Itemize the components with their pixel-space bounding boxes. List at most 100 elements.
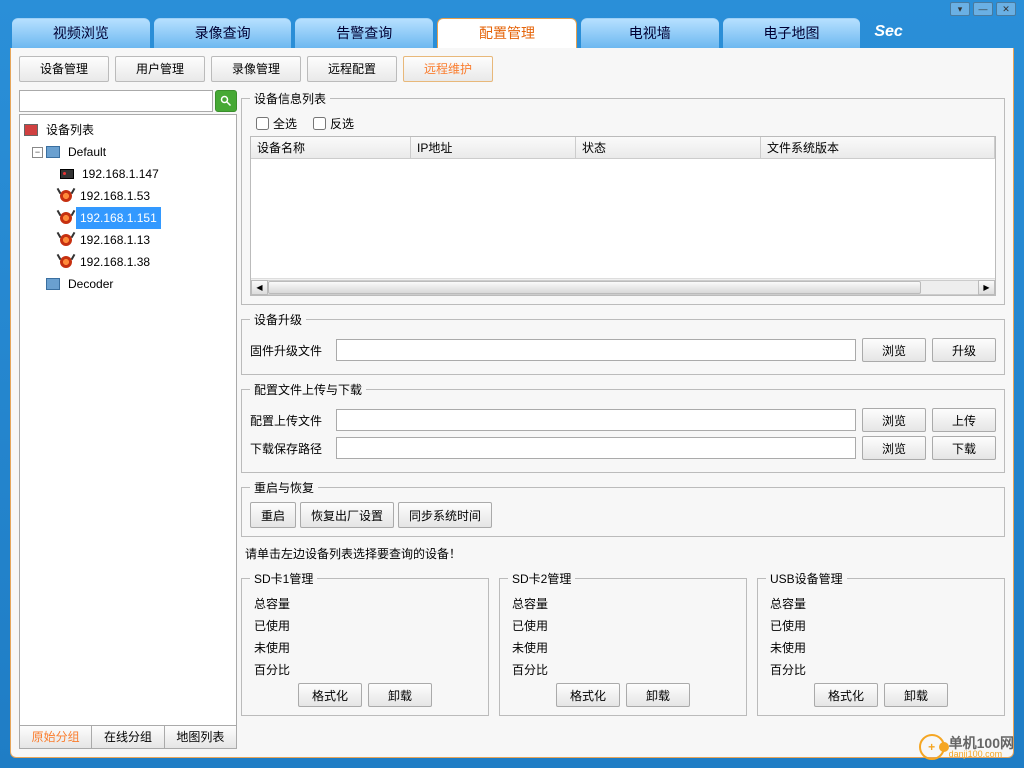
- tab-emap[interactable]: 电子地图: [723, 18, 861, 48]
- col-ip[interactable]: IP地址: [411, 137, 576, 158]
- tree-root[interactable]: 设备列表: [22, 119, 234, 141]
- device-table[interactable]: 设备名称 IP地址 状态 文件系统版本 ◀ ▶: [250, 136, 996, 296]
- tab-alarm-query[interactable]: 告警查询: [295, 18, 433, 48]
- restart-button[interactable]: 重启: [250, 502, 296, 528]
- search-icon: [220, 95, 232, 107]
- subtab-record-manage[interactable]: 录像管理: [211, 56, 301, 82]
- device-search-input[interactable]: [19, 90, 213, 112]
- usb-manage-group: USB设备管理 总容量 已使用 未使用 百分比 格式化 卸载: [757, 570, 1005, 716]
- brand-logo: Sec: [864, 18, 1012, 48]
- sd1-unmount-button[interactable]: 卸载: [368, 683, 432, 707]
- horizontal-scrollbar[interactable]: ◀ ▶: [251, 278, 995, 295]
- titlebar-dropdown-button[interactable]: ▾: [950, 2, 970, 16]
- camera-icon: [60, 234, 72, 246]
- camera-icon: [60, 190, 72, 202]
- usb-unmount-button[interactable]: 卸载: [884, 683, 948, 707]
- scroll-right-icon[interactable]: ▶: [978, 280, 995, 295]
- folder-icon: [46, 146, 60, 158]
- config-upload-input[interactable]: [336, 409, 856, 431]
- device-info-legend: 设备信息列表: [250, 90, 330, 107]
- invert-select-checkbox[interactable]: 反选: [313, 115, 354, 132]
- upgrade-legend: 设备升级: [250, 311, 306, 328]
- subtab-user-manage[interactable]: 用户管理: [115, 56, 205, 82]
- sbtab-online-group[interactable]: 在线分组: [92, 726, 164, 748]
- sbtab-original-group[interactable]: 原始分组: [20, 726, 92, 748]
- tree-group-label: Decoder: [64, 273, 117, 295]
- percent-label: 百分比: [250, 659, 480, 681]
- sync-time-button[interactable]: 同步系统时间: [398, 502, 492, 528]
- config-upload-browse-button[interactable]: 浏览: [862, 408, 926, 432]
- folder-icon: [46, 278, 60, 290]
- firmware-file-label: 固件升级文件: [250, 342, 330, 359]
- config-download-input[interactable]: [336, 437, 856, 459]
- table-header: 设备名称 IP地址 状态 文件系统版本: [251, 137, 995, 159]
- select-all-checkbox[interactable]: 全选: [256, 115, 297, 132]
- sd2-manage-group: SD卡2管理 总容量 已使用 未使用 百分比 格式化 卸载: [499, 570, 747, 716]
- dvr-icon: [60, 169, 74, 179]
- main-panel: 设备信息列表 全选 反选 设备名称 IP地址 状态 文件系统版本 ◀: [241, 90, 1005, 749]
- camera-icon: [60, 256, 72, 268]
- subtab-remote-config[interactable]: 远程配置: [307, 56, 397, 82]
- tab-config-manage[interactable]: 配置管理: [437, 18, 577, 48]
- scroll-thumb[interactable]: [268, 281, 921, 294]
- sbtab-map-list[interactable]: 地图列表: [165, 726, 236, 748]
- tree-group-default[interactable]: − Default: [22, 141, 234, 163]
- factory-reset-button[interactable]: 恢复出厂设置: [300, 502, 394, 528]
- used-label: 已使用: [250, 615, 480, 637]
- tree-group-label: Default: [64, 141, 110, 163]
- tree-device-item[interactable]: 192.168.1.53: [22, 185, 234, 207]
- titlebar-close-button[interactable]: ✕: [996, 2, 1016, 16]
- config-legend: 配置文件上传与下载: [250, 381, 366, 398]
- usb-format-button[interactable]: 格式化: [814, 683, 878, 707]
- tab-video-browse[interactable]: 视频浏览: [12, 18, 150, 48]
- tab-record-query[interactable]: 录像查询: [154, 18, 292, 48]
- firmware-browse-button[interactable]: 浏览: [862, 338, 926, 362]
- app-body: 设备管理 用户管理 录像管理 远程配置 远程维护 设备列表 − De: [10, 48, 1014, 758]
- tree-device-item[interactable]: 192.168.1.38: [22, 251, 234, 273]
- tree-selected-label: 192.168.1.151: [76, 207, 161, 229]
- subtab-device-manage[interactable]: 设备管理: [19, 56, 109, 82]
- sd1-format-button[interactable]: 格式化: [298, 683, 362, 707]
- tree-group-decoder[interactable]: Decoder: [22, 273, 234, 295]
- device-info-group: 设备信息列表 全选 反选 设备名称 IP地址 状态 文件系统版本 ◀: [241, 90, 1005, 305]
- device-sidebar: 设备列表 − Default 192.168.1.147 192.168.1.5…: [19, 90, 237, 749]
- sd1-manage-group: SD卡1管理 总容量 已使用 未使用 百分比 格式化 卸载: [241, 570, 489, 716]
- config-download-browse-button[interactable]: 浏览: [862, 436, 926, 460]
- config-download-button[interactable]: 下载: [932, 436, 996, 460]
- sub-tab-bar: 设备管理 用户管理 录像管理 远程配置 远程维护: [11, 48, 1013, 82]
- col-status[interactable]: 状态: [576, 137, 761, 158]
- hint-text: 请单击左边设备列表选择要查询的设备！: [245, 545, 1005, 562]
- config-upload-label: 配置上传文件: [250, 412, 330, 429]
- tree-device-item[interactable]: 192.168.1.151: [22, 207, 234, 229]
- device-search-button[interactable]: [215, 90, 237, 112]
- firmware-file-input[interactable]: [336, 339, 856, 361]
- scroll-left-icon[interactable]: ◀: [251, 280, 268, 295]
- sd2-unmount-button[interactable]: 卸载: [626, 683, 690, 707]
- collapse-icon[interactable]: −: [32, 147, 43, 158]
- col-device-name[interactable]: 设备名称: [251, 137, 411, 158]
- window-titlebar: ▾ — ✕: [0, 0, 1024, 18]
- config-file-group: 配置文件上传与下载 配置上传文件 浏览 上传 下载保存路径 浏览 下载: [241, 381, 1005, 473]
- col-fs-version[interactable]: 文件系统版本: [761, 137, 995, 158]
- tree-device-item[interactable]: 192.168.1.13: [22, 229, 234, 251]
- tree-device-item[interactable]: 192.168.1.147: [22, 163, 234, 185]
- config-download-label: 下载保存路径: [250, 440, 330, 457]
- titlebar-minimize-button[interactable]: —: [973, 2, 993, 16]
- total-capacity-label: 总容量: [250, 593, 480, 615]
- scroll-track[interactable]: [268, 280, 978, 295]
- device-tree[interactable]: 设备列表 − Default 192.168.1.147 192.168.1.5…: [19, 114, 237, 726]
- sd2-format-button[interactable]: 格式化: [556, 683, 620, 707]
- tab-tv-wall[interactable]: 电视墙: [581, 18, 719, 48]
- storage-row: SD卡1管理 总容量 已使用 未使用 百分比 格式化 卸载 SD卡2管理 总容量…: [241, 570, 1005, 716]
- subtab-remote-maintain[interactable]: 远程维护: [403, 56, 493, 82]
- firmware-upgrade-button[interactable]: 升级: [932, 338, 996, 362]
- device-upgrade-group: 设备升级 固件升级文件 浏览 升级: [241, 311, 1005, 375]
- camera-icon: [60, 212, 72, 224]
- config-upload-button[interactable]: 上传: [932, 408, 996, 432]
- main-tab-bar: 视频浏览 录像查询 告警查询 配置管理 电视墙 电子地图 Sec: [0, 18, 1024, 48]
- table-body: [251, 159, 995, 278]
- restart-legend: 重启与恢复: [250, 479, 318, 496]
- restart-group: 重启与恢复 重启 恢复出厂设置 同步系统时间: [241, 479, 1005, 537]
- device-list-icon: [24, 124, 38, 136]
- tree-root-label: 设备列表: [42, 119, 98, 141]
